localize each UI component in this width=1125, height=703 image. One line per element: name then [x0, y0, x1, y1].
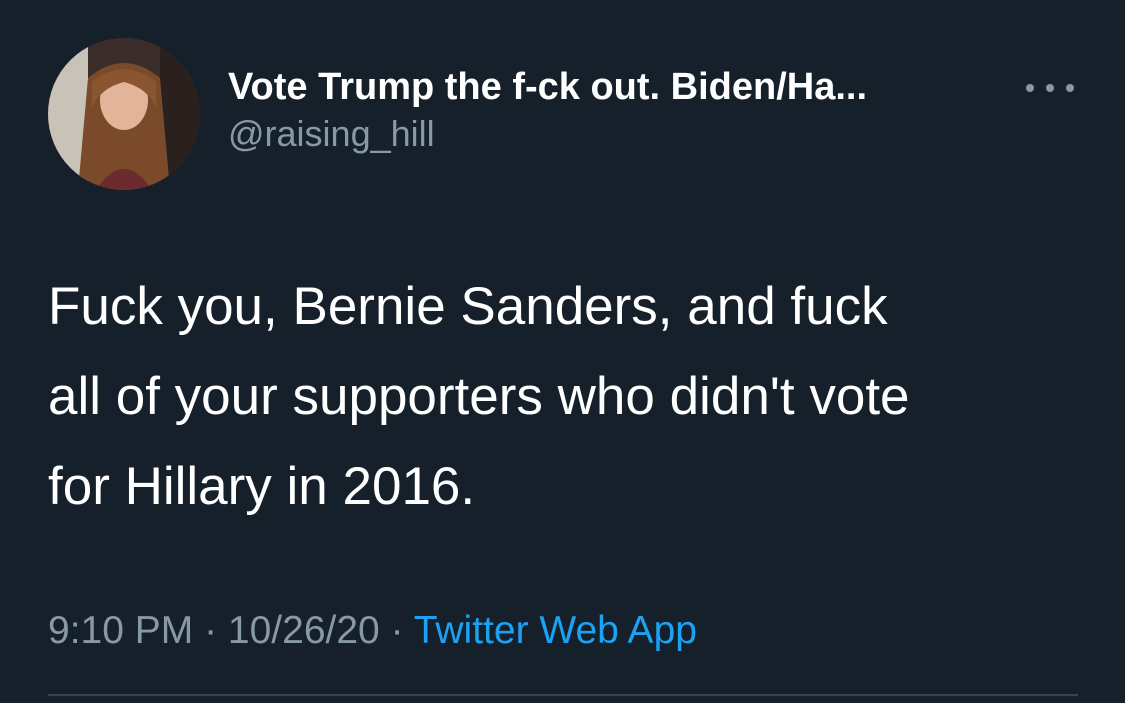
divider	[48, 694, 1078, 696]
author-block: Vote Trump the f-ck out. Biden/Ha... @ra…	[228, 62, 1018, 156]
more-options-icon[interactable]	[1026, 74, 1074, 102]
display-name[interactable]: Vote Trump the f-ck out. Biden/Ha...	[228, 62, 1018, 112]
more-dot	[1026, 84, 1034, 92]
tweet-meta: 9:10 PM · 10/26/20 · Twitter Web App	[48, 606, 697, 656]
tweet-source-link[interactable]: Twitter Web App	[414, 609, 697, 652]
tweet-card: Vote Trump the f-ck out. Biden/Ha... @ra…	[0, 0, 1125, 703]
more-dot	[1066, 84, 1074, 92]
avatar-photo-icon	[48, 38, 200, 190]
more-dot	[1046, 84, 1054, 92]
tweet-date[interactable]: 10/26/20	[228, 609, 380, 652]
avatar[interactable]	[48, 38, 200, 190]
meta-separator: ·	[193, 609, 228, 652]
tweet-text: Fuck you, Bernie Sanders, and fuck all o…	[48, 277, 910, 516]
tweet-time[interactable]: 9:10 PM	[48, 609, 193, 652]
meta-separator: ·	[379, 609, 414, 652]
user-handle[interactable]: @raising_hill	[228, 112, 1018, 156]
